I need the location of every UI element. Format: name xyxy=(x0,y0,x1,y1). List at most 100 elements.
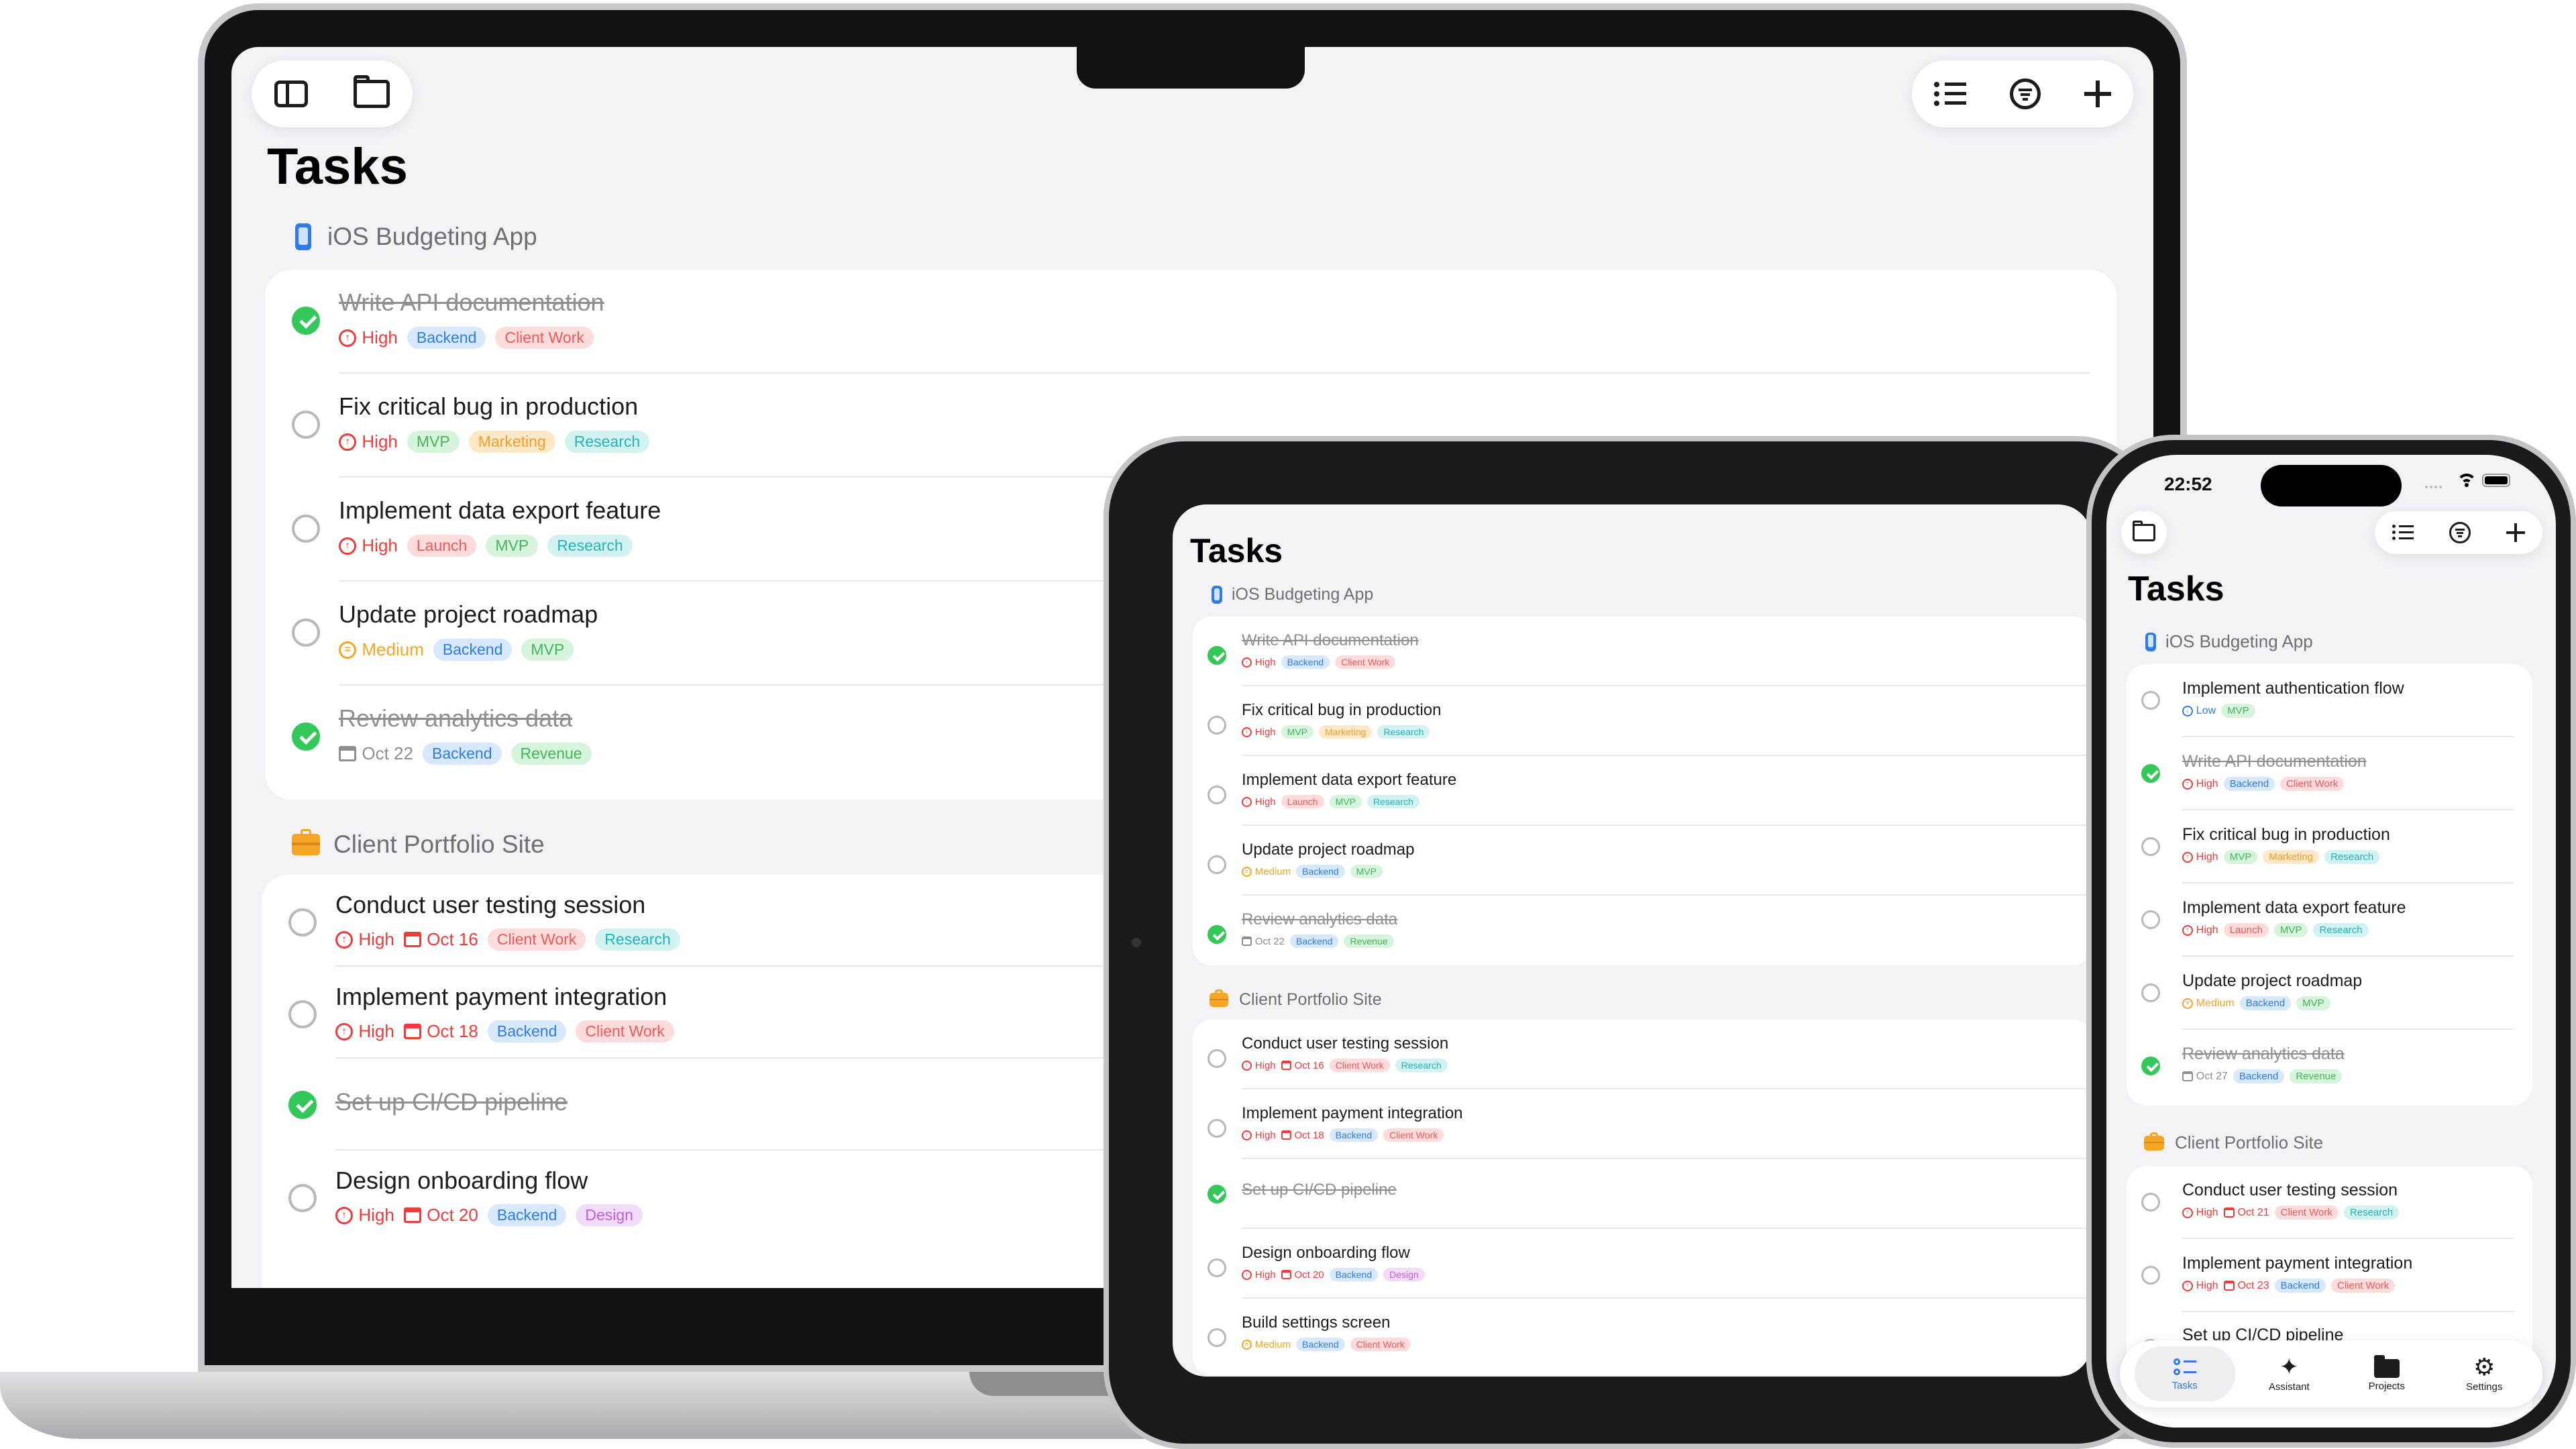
task-row[interactable]: Implement payment integration ↑ High Oct 18… xyxy=(1193,1089,2092,1159)
priority-indicator: ↑ High xyxy=(339,327,398,348)
calendar-icon xyxy=(403,931,421,948)
priority-indicator: ↑ High xyxy=(1242,796,1276,808)
task-row[interactable]: Update project roadmap = Medium Backend MVP xyxy=(1193,826,2092,896)
task-row[interactable]: Build settings screen = Medium Backend Clien… xyxy=(1193,1299,2092,1368)
task-row[interactable]: Fix critical bug in production ↑ High MVP Ma… xyxy=(1193,686,2092,756)
wifi-icon xyxy=(2457,472,2477,487)
due-date: Oct 22 xyxy=(1242,936,1285,947)
list-icon[interactable] xyxy=(1933,80,1966,107)
tab-tasks[interactable]: Tasks xyxy=(2134,1346,2235,1401)
task-title: Write API documentation xyxy=(339,288,604,316)
task-row[interactable]: Write API documentation ↑ High Backend Clien… xyxy=(265,270,2116,374)
task-meta: ↑ High MVP Marketing Research xyxy=(1242,725,1430,739)
sidebar-icon[interactable] xyxy=(274,80,308,107)
task-checkbox[interactable] xyxy=(288,1184,317,1212)
priority-label: High xyxy=(358,1205,394,1225)
tab-assistant[interactable]: ✦ Assistant xyxy=(2245,1356,2332,1393)
task-meta: ↑ High Oct 18 Backend Client Work xyxy=(335,1020,674,1042)
filter-icon[interactable] xyxy=(2449,522,2471,543)
task-title: Review analytics data xyxy=(1242,910,1398,928)
section-header-ios-budgeting: iOS Budgeting App xyxy=(2145,631,2313,652)
task-checkbox[interactable] xyxy=(292,619,320,647)
task-checkbox[interactable] xyxy=(1208,716,1226,735)
filter-icon[interactable] xyxy=(2009,78,2041,109)
task-row[interactable]: Conduct user testing session ↑ High Oct 16 C… xyxy=(1193,1020,2092,1089)
priority-indicator: ↑ High xyxy=(339,535,398,556)
task-checkbox[interactable] xyxy=(2141,1266,2160,1285)
task-checkbox[interactable] xyxy=(2141,910,2160,929)
task-row[interactable]: Implement authentication flow ↓ Low MVP xyxy=(2127,664,2532,737)
ipad-screen: Tasks iOS Budgeting App Write API docume… xyxy=(1173,504,2092,1377)
completed-checkbox[interactable] xyxy=(1208,646,1226,665)
task-row[interactable]: Write API documentation ↑ High Backend Clien… xyxy=(2127,737,2532,810)
task-title: Fix critical bug in production xyxy=(1242,701,1442,719)
iphone-icon xyxy=(2145,632,2156,651)
due-date: Oct 20 xyxy=(1281,1269,1324,1281)
tag-chip: Client Work xyxy=(1335,655,1396,669)
task-row[interactable]: Review analytics data Oct 27 Backend Revenu… xyxy=(2127,1030,2532,1103)
task-checkbox[interactable] xyxy=(2141,1193,2160,1212)
section-title: iOS Budgeting App xyxy=(327,223,537,250)
tag-chip: Research xyxy=(1395,1059,1448,1072)
tag-chip: Design xyxy=(1383,1268,1425,1281)
task-checkbox[interactable] xyxy=(2141,837,2160,856)
iphone-icon xyxy=(295,223,311,250)
priority-indicator: ↑ High xyxy=(1242,657,1276,668)
due-date-label: Oct 16 xyxy=(1294,1059,1324,1071)
task-meta: ↑ High Oct 21 Client Work Research xyxy=(2182,1205,2400,1220)
completed-checkbox[interactable] xyxy=(288,1091,317,1119)
completed-checkbox[interactable] xyxy=(2141,1057,2160,1075)
task-row[interactable]: Design onboarding flow ↑ High Oct 20 Backend… xyxy=(1193,1229,2092,1299)
task-checkbox[interactable] xyxy=(1208,1119,1226,1138)
task-checkbox[interactable] xyxy=(292,515,320,543)
task-checkbox[interactable] xyxy=(1208,1328,1226,1347)
task-row[interactable]: Update project roadmap = Medium Backend MVP xyxy=(2127,957,2532,1030)
task-row[interactable]: Implement data export feature ↑ High Launch… xyxy=(2127,883,2532,957)
tag-chip: MVP xyxy=(2223,850,2258,864)
task-checkbox[interactable] xyxy=(288,1000,317,1028)
task-row[interactable]: Implement payment integration ↑ High Oct 23… xyxy=(2127,1239,2532,1312)
list-icon[interactable] xyxy=(2392,524,2414,541)
task-row[interactable]: Set up CI/CD pipeline xyxy=(1193,1159,2092,1229)
tag-chip: Backend xyxy=(1289,934,1339,948)
tag-chip: Research xyxy=(1366,795,1419,808)
task-checkbox[interactable] xyxy=(2141,983,2160,1002)
folder-icon[interactable] xyxy=(2133,521,2155,541)
plus-icon[interactable] xyxy=(2084,80,2112,107)
tag-chip: Research xyxy=(2324,850,2380,864)
priority-indicator: ↑ High xyxy=(1242,1269,1276,1281)
task-row[interactable]: Conduct user testing session ↑ High Oct 21 C… xyxy=(2127,1166,2532,1239)
folder-icon[interactable] xyxy=(354,75,390,108)
completed-checkbox[interactable] xyxy=(1208,1185,1226,1203)
completed-checkbox[interactable] xyxy=(2141,764,2160,783)
priority-indicator: ↑ High xyxy=(339,431,398,452)
tab-projects[interactable]: Projects xyxy=(2343,1354,2430,1392)
task-checkbox[interactable] xyxy=(292,411,320,439)
task-checkbox[interactable] xyxy=(1208,855,1226,874)
due-date: Oct 27 xyxy=(2182,1071,2228,1083)
task-row[interactable]: Implement data export feature ↑ High Launch… xyxy=(1193,756,2092,826)
priority-icon: ↑ xyxy=(339,537,356,555)
completed-checkbox[interactable] xyxy=(292,307,320,335)
plus-icon[interactable] xyxy=(2506,523,2525,542)
task-checkbox[interactable] xyxy=(288,908,317,936)
task-meta: = Medium Backend MVP xyxy=(2182,996,2330,1010)
task-title: Update project roadmap xyxy=(2182,971,2363,990)
due-date-label: Oct 23 xyxy=(2237,1279,2269,1291)
due-date: Oct 22 xyxy=(339,743,413,764)
task-checkbox[interactable] xyxy=(2141,691,2160,710)
completed-checkbox[interactable] xyxy=(1208,925,1226,944)
task-row[interactable]: Write API documentation ↑ High Backend Clien… xyxy=(1193,616,2092,686)
task-row[interactable]: Fix critical bug in production ↑ High MVP Ma… xyxy=(2127,810,2532,883)
task-row[interactable]: Review analytics data Oct 22 Backend Revenu… xyxy=(1193,896,2092,965)
task-checkbox[interactable] xyxy=(1208,1049,1226,1068)
priority-icon: = xyxy=(1242,1339,1252,1350)
priority-label: Medium xyxy=(362,639,424,659)
task-checkbox[interactable] xyxy=(1208,786,1226,804)
priority-label: High xyxy=(362,431,398,451)
tab-settings[interactable]: ⚙ Settings xyxy=(2440,1354,2528,1393)
task-checkbox[interactable] xyxy=(1208,1258,1226,1277)
calendar-icon xyxy=(1281,1061,1291,1070)
completed-checkbox[interactable] xyxy=(292,722,320,751)
page-title: Tasks xyxy=(2128,570,2224,608)
